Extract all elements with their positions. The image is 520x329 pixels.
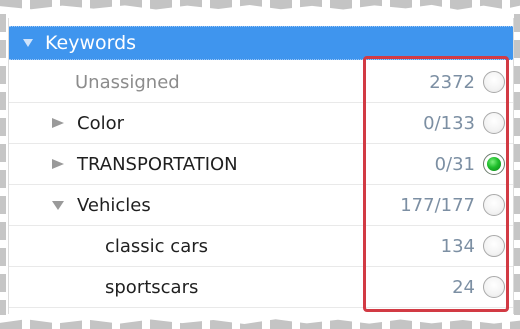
torn-edge-left bbox=[0, 14, 6, 315]
triangle-down-icon[interactable] bbox=[19, 34, 37, 52]
keyword-radio-selected[interactable] bbox=[483, 153, 505, 175]
keyword-label: classic cars bbox=[105, 235, 209, 257]
keyword-count: 177/177 bbox=[400, 194, 475, 216]
keyword-radio[interactable] bbox=[483, 276, 505, 298]
keyword-label: Color bbox=[77, 112, 124, 134]
keyword-radio[interactable] bbox=[483, 112, 505, 134]
keyword-count: 0/31 bbox=[434, 153, 475, 175]
keywords-header[interactable]: Keywords bbox=[9, 26, 513, 60]
keyword-count: 24 bbox=[452, 276, 475, 298]
keywords-title: Keywords bbox=[45, 32, 137, 54]
torn-edge-bottom bbox=[0, 319, 520, 329]
keyword-row-sportscars[interactable]: sportscars 24 bbox=[9, 267, 513, 308]
keyword-label: Unassigned bbox=[75, 71, 180, 93]
keyword-count: 2372 bbox=[429, 71, 475, 93]
keyword-label: Vehicles bbox=[77, 194, 151, 216]
keyword-radio[interactable] bbox=[483, 194, 505, 216]
triangle-down-icon[interactable] bbox=[49, 196, 67, 214]
keyword-count: 0/133 bbox=[423, 112, 475, 134]
keyword-label: sportscars bbox=[105, 276, 199, 298]
keyword-radio[interactable] bbox=[483, 71, 505, 93]
keyword-row-classic-cars[interactable]: classic cars 134 bbox=[9, 226, 513, 267]
torn-edge-top bbox=[0, 0, 520, 10]
keywords-panel: Keywords Unassigned 2372 Color 0/133 TRA… bbox=[8, 18, 514, 314]
keyword-row-unassigned[interactable]: Unassigned 2372 bbox=[9, 62, 513, 103]
triangle-right-icon[interactable] bbox=[49, 155, 67, 173]
keyword-row-color[interactable]: Color 0/133 bbox=[9, 103, 513, 144]
screenshot-stage: Keywords Unassigned 2372 Color 0/133 TRA… bbox=[0, 0, 520, 329]
keyword-label: TRANSPORTATION bbox=[77, 153, 238, 175]
keyword-row-vehicles[interactable]: Vehicles 177/177 bbox=[9, 185, 513, 226]
keyword-count: 134 bbox=[440, 235, 475, 257]
triangle-right-icon[interactable] bbox=[49, 114, 67, 132]
keyword-radio[interactable] bbox=[483, 235, 505, 257]
keyword-row-transportation[interactable]: TRANSPORTATION 0/31 bbox=[9, 144, 513, 185]
torn-edge-right bbox=[514, 14, 520, 315]
